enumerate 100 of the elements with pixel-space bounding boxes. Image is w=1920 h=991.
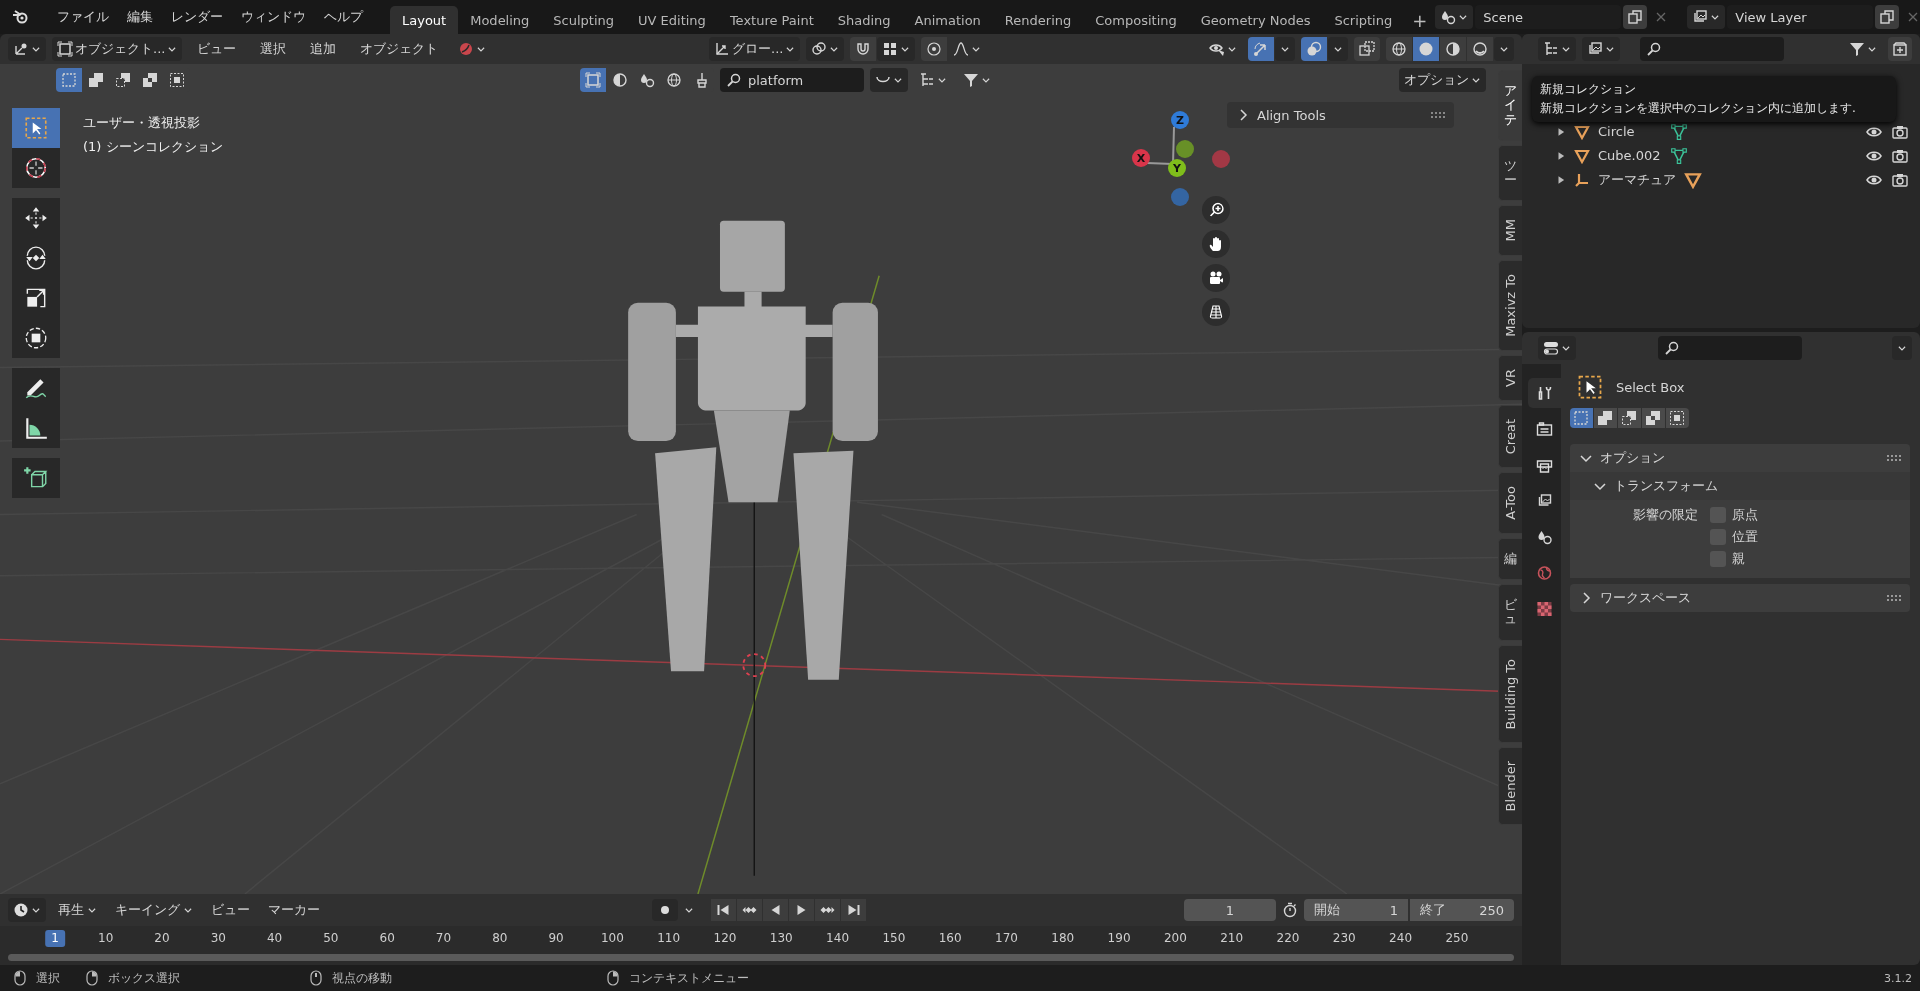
- scrollbar[interactable]: [8, 954, 1514, 961]
- editor-type-dropdown[interactable]: [8, 37, 46, 61]
- sidebar-tab[interactable]: ビュ: [1498, 583, 1522, 641]
- selection-mode-button[interactable]: [1594, 408, 1617, 428]
- sidebar-tab[interactable]: Maxivz To: [1498, 259, 1522, 351]
- camera-icon[interactable]: [1892, 148, 1908, 164]
- search-field[interactable]: [1640, 37, 1784, 61]
- expand-arrow-icon[interactable]: [1556, 151, 1566, 161]
- copy-icon[interactable]: [1623, 5, 1648, 29]
- menu-item[interactable]: 追加: [301, 40, 346, 58]
- expand-arrow-icon[interactable]: [1556, 175, 1566, 185]
- tool-button[interactable]: [12, 368, 60, 408]
- sidebar-tab[interactable]: MM: [1498, 205, 1522, 256]
- outliner-item-name[interactable]: Cube.002: [1598, 147, 1662, 165]
- tool-button[interactable]: [12, 148, 60, 188]
- menu-dropdown[interactable]: 再生: [52, 898, 103, 922]
- wrench-screwdriver-icon[interactable]: [1528, 378, 1561, 408]
- workspace-tab[interactable]: Geometry Nodes: [1188, 6, 1323, 34]
- workspace-tab[interactable]: Rendering: [992, 6, 1084, 34]
- sidebar-tab[interactable]: 編: [1498, 537, 1522, 580]
- expand-arrow-icon[interactable]: [1556, 127, 1566, 137]
- sidebar-tab[interactable]: Blender: [1498, 747, 1522, 826]
- workspace-tab[interactable]: Scripting: [1322, 6, 1405, 34]
- menu-item[interactable]: ビュー: [188, 40, 246, 58]
- current-frame-marker[interactable]: 1: [45, 930, 65, 947]
- menu-item[interactable]: 選択: [251, 40, 296, 58]
- menu-item[interactable]: マーカー: [262, 901, 326, 919]
- menu-item[interactable]: ウィンドウ: [232, 8, 315, 26]
- sidebar-tab[interactable]: Creat: [1498, 404, 1522, 468]
- shading-dropdown[interactable]: [1494, 37, 1514, 61]
- menu-item[interactable]: ビュー: [205, 901, 256, 919]
- play-reverse-icon[interactable]: [763, 899, 788, 921]
- copy-icon[interactable]: [1875, 5, 1900, 29]
- xray-icon[interactable]: [1354, 37, 1380, 61]
- workspace-tab[interactable]: Texture Paint: [717, 6, 826, 34]
- axis-handle[interactable]: [1171, 188, 1189, 206]
- orientation-dropdown[interactable]: グロー...: [709, 37, 801, 61]
- axis-handle[interactable]: [1212, 150, 1230, 168]
- gizmo-icon[interactable]: [1248, 37, 1274, 61]
- triangle-icon[interactable]: [1684, 171, 1702, 189]
- stopwatch-icon[interactable]: [1282, 902, 1298, 918]
- next-keyframe-icon[interactable]: [815, 899, 840, 921]
- selection-mode-button[interactable]: [1666, 408, 1689, 428]
- menu-item[interactable]: 編集: [118, 8, 162, 26]
- display-dropdown[interactable]: [870, 68, 908, 92]
- options-dropdown[interactable]: オプション: [1399, 68, 1486, 92]
- outliner-item-name[interactable]: Circle: [1598, 123, 1662, 141]
- search-field[interactable]: platform: [720, 68, 864, 92]
- panel-header[interactable]: Align Tools: [1227, 102, 1454, 128]
- workspace-tab[interactable]: Layout: [390, 6, 459, 34]
- editor-type-dropdown[interactable]: [1538, 336, 1576, 360]
- view-layer-dropdown[interactable]: [1582, 37, 1620, 61]
- menu-item[interactable]: レンダー: [162, 8, 232, 26]
- mode-dropdown[interactable]: オブジェクト...: [52, 37, 183, 61]
- panel-header[interactable]: オプション: [1570, 444, 1910, 472]
- previous-keyframe-icon[interactable]: [737, 899, 762, 921]
- tool-button[interactable]: [12, 408, 60, 448]
- tool-button[interactable]: [12, 318, 60, 358]
- blender-logo-icon[interactable]: [12, 8, 30, 26]
- menu-item[interactable]: オブジェクト: [351, 40, 448, 58]
- add-workspace-button[interactable]: +: [1404, 6, 1436, 34]
- sidebar-tab[interactable]: A-Too: [1498, 471, 1522, 534]
- workspace-tab[interactable]: Animation: [902, 6, 993, 34]
- selection-mode-button[interactable]: [1618, 408, 1641, 428]
- subpanel-header[interactable]: トランスフォーム: [1570, 472, 1910, 500]
- search-field[interactable]: [1658, 336, 1802, 360]
- selection-mode-button[interactable]: [1642, 408, 1665, 428]
- scene-selector[interactable]: [1435, 5, 1474, 29]
- snap-dropdown[interactable]: [877, 37, 916, 61]
- workspace-tab[interactable]: Shading: [825, 6, 903, 34]
- sidebar-tab[interactable]: VR: [1498, 354, 1522, 401]
- sidebar-tab[interactable]: Building To: [1498, 644, 1522, 744]
- overlay-dropdown[interactable]: [1328, 37, 1348, 61]
- start-frame-field[interactable]: 開始 1: [1304, 899, 1408, 921]
- record-icon[interactable]: [652, 899, 678, 921]
- workspace-tab[interactable]: Compositing: [1083, 6, 1189, 34]
- options-dropdown[interactable]: [1892, 336, 1912, 360]
- menu-item[interactable]: ファイル: [48, 8, 118, 26]
- play-icon[interactable]: [789, 899, 814, 921]
- jump-end-icon[interactable]: [841, 899, 866, 921]
- sidebar-tab[interactable]: ツー: [1498, 144, 1522, 202]
- workspace-tab[interactable]: Modeling: [458, 6, 542, 34]
- tool-button[interactable]: [12, 198, 60, 238]
- tool-button[interactable]: [12, 458, 60, 498]
- camera-icon[interactable]: [1892, 172, 1908, 188]
- view-layer-name-field[interactable]: View Layer: [1727, 5, 1874, 29]
- new-collection-icon[interactable]: [1888, 37, 1912, 61]
- workspace-tab[interactable]: Sculpting: [541, 6, 627, 34]
- mesh-data-icon[interactable]: [1670, 123, 1688, 141]
- magnet-icon[interactable]: [850, 37, 877, 61]
- selection-mode-button[interactable]: [1570, 408, 1593, 428]
- panel-header[interactable]: ワークスペース: [1570, 584, 1910, 612]
- mesh-data-icon[interactable]: [1670, 147, 1688, 165]
- outliner-item-name[interactable]: アーマチュア: [1598, 171, 1676, 189]
- gizmo-dropdown[interactable]: [1275, 37, 1295, 61]
- scene-name-field[interactable]: Scene: [1475, 5, 1622, 29]
- workspace-tab[interactable]: UV Editing: [626, 6, 718, 34]
- menu-item[interactable]: ヘルプ: [315, 8, 372, 26]
- pivot-dropdown[interactable]: [806, 37, 845, 61]
- display-mode-dropdown[interactable]: [1538, 37, 1576, 61]
